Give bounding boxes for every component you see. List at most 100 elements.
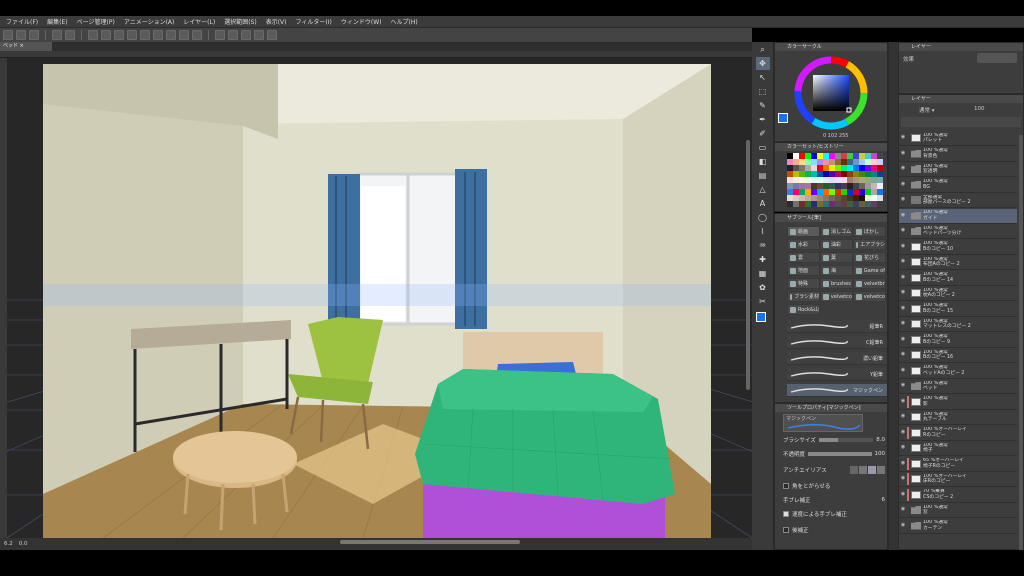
device-icon[interactable] xyxy=(254,30,264,40)
snap-grid-icon[interactable] xyxy=(228,30,238,40)
brush-size-slider[interactable] xyxy=(818,438,874,442)
brush-size-row[interactable]: ブラシサイズ 8.0 xyxy=(783,436,885,444)
layer-opacity[interactable]: 100 xyxy=(974,106,985,112)
brush-tool-icon[interactable]: ✐ xyxy=(756,127,770,140)
fill-tool-icon[interactable]: ◧ xyxy=(756,155,770,168)
speed-stabilize-row[interactable]: 速度による手ブレ補正 xyxy=(783,510,885,518)
opacity-value[interactable]: 100 xyxy=(875,451,886,457)
eye-icon[interactable]: ◉ xyxy=(899,305,907,312)
eye-icon[interactable]: ◉ xyxy=(899,383,907,389)
transform-icon[interactable] xyxy=(114,30,124,40)
subtool-group-tab[interactable]: ブラシ素材 xyxy=(787,291,820,302)
subtool-group-tab[interactable]: velvetco xyxy=(853,291,886,302)
eye-icon[interactable]: ◉ xyxy=(899,476,907,482)
blend-tool-icon[interactable]: ♒ xyxy=(756,239,770,252)
snap-ruler-icon[interactable] xyxy=(192,30,202,40)
eye-icon[interactable]: ◉ xyxy=(899,445,907,451)
layer-row[interactable]: ◉ 100 %通常 カーテン xyxy=(899,519,1017,534)
post-correct-row[interactable]: 後補正 xyxy=(783,526,885,534)
subtool-group-tab[interactable]: brushes xyxy=(820,278,853,289)
layer-row[interactable]: ◉ 100 %通常 Bのコピー 15 xyxy=(899,302,1017,317)
menu-item[interactable]: レイヤー(L) xyxy=(183,17,215,26)
layer-row[interactable]: ◉ 100 %通常 布団Aのコピー 2 xyxy=(899,255,1017,270)
layer-row[interactable]: ◉ 100 %オーバーレイ 床Rのコピー xyxy=(899,472,1017,487)
subtool-group-tab[interactable]: velvetbr xyxy=(853,278,886,289)
menu-item[interactable]: フィルター(I) xyxy=(296,17,332,26)
eye-icon[interactable]: ◉ xyxy=(899,507,907,513)
eye-icon[interactable]: ◉ xyxy=(899,367,907,374)
subtool-group-tab[interactable]: 特殊 xyxy=(787,278,820,289)
eye-icon[interactable]: ◉ xyxy=(899,274,907,281)
eye-icon[interactable]: ◉ xyxy=(899,212,907,219)
layer-row[interactable]: ◉ 全部通常 部屋パースのコピー 2 xyxy=(899,193,1017,208)
eye-icon[interactable]: ◉ xyxy=(899,259,907,265)
subtool-group-tab[interactable]: 雲 xyxy=(787,252,820,263)
balloon-tool-icon[interactable]: ◯ xyxy=(756,211,770,224)
eye-icon[interactable]: ◉ xyxy=(899,429,907,436)
subtool-group-tab[interactable]: 地面 xyxy=(787,265,820,276)
layer-row[interactable]: ◉ 100 %通常 ベッド xyxy=(899,379,1017,394)
subtool-group-tab[interactable]: velvetco xyxy=(820,291,853,302)
text-tool-icon[interactable]: A xyxy=(756,197,770,210)
layer-row[interactable]: ◉ 100 %通常 マットレスのコピー 2 xyxy=(899,317,1017,332)
cut-tool-icon[interactable]: ✂ xyxy=(756,295,770,308)
opacity-row[interactable]: 不透明度 100 xyxy=(783,450,885,458)
eyedropper-tool-icon[interactable]: ✎ xyxy=(756,99,770,112)
layer-row[interactable]: ◉ 100 %通常 Bのコピー 16 xyxy=(899,348,1017,363)
brush-size-value[interactable]: 8.0 xyxy=(876,437,885,443)
decoration-tool-icon[interactable]: ✿ xyxy=(756,281,770,294)
post-correct-checkbox[interactable] xyxy=(783,527,789,533)
layer-row[interactable]: ◉ 100 %通常 Bのコピー 10 xyxy=(899,240,1017,255)
current-color-swatch[interactable] xyxy=(778,113,788,123)
layer-row[interactable]: ◉ 100 %通常 パレット xyxy=(899,131,1017,146)
aa-medium-button[interactable] xyxy=(868,466,876,474)
subtool-group-tab[interactable]: Rock&山 xyxy=(787,304,820,315)
antialias-row[interactable]: アンチエイリアス xyxy=(783,466,885,474)
undo-icon[interactable] xyxy=(52,30,62,40)
layer-row[interactable]: ◉ 100 %通常窓 xyxy=(899,503,1017,518)
subtool-group-tab[interactable]: ぼかし xyxy=(853,226,886,237)
eraser-tool-icon[interactable]: ▭ xyxy=(756,141,770,154)
menu-item[interactable]: 表示(V) xyxy=(266,17,287,26)
aa-weak-button[interactable] xyxy=(859,466,867,474)
subtool-group-tab[interactable]: 絵画 xyxy=(787,226,820,237)
aa-none-button[interactable] xyxy=(850,466,858,474)
subtool-group-tab[interactable]: 消しゴム xyxy=(820,226,853,237)
menu-item[interactable]: 編集(E) xyxy=(47,17,67,26)
selection-tool-icon[interactable]: ⬚ xyxy=(756,85,770,98)
brush-item[interactable]: マジックペン xyxy=(787,384,887,397)
eye-icon[interactable]: ◉ xyxy=(899,243,907,250)
correct-line-tool-icon[interactable]: ⌇ xyxy=(756,225,770,238)
corner-checkbox[interactable] xyxy=(783,483,789,489)
menu-item[interactable]: ウィンドウ(W) xyxy=(341,17,382,26)
eye-icon[interactable]: ◉ xyxy=(899,522,907,529)
layer-row[interactable]: ◉ 100 %通常 Bのコピー 14 xyxy=(899,271,1017,286)
brush-item[interactable]: 濃い鉛筆 xyxy=(787,352,887,365)
layer-row[interactable]: ◉ 100 %通常 丸テーブル xyxy=(899,410,1017,425)
effect-buttons[interactable] xyxy=(977,53,1017,63)
stabilize-value[interactable]: 6 xyxy=(882,497,886,503)
zoom-value[interactable]: 6.2 xyxy=(4,541,13,547)
stabilize-row[interactable]: 手ブレ補正 6 xyxy=(783,496,885,504)
new-icon[interactable] xyxy=(3,30,13,40)
layer-row[interactable]: ◉ 100 %通常 BG xyxy=(899,178,1017,193)
eye-icon[interactable]: ◉ xyxy=(899,414,907,420)
aa-strong-button[interactable] xyxy=(877,466,885,474)
layer-row[interactable]: ◉ 65 %オーバーレイ 椅子Rのコピー xyxy=(899,457,1017,472)
blend-mode-select[interactable]: 通常 ▾ xyxy=(919,106,935,114)
layer-row[interactable]: ◉ 100 %通常 枕Aのコピー 2 xyxy=(899,286,1017,301)
eye-icon[interactable]: ◉ xyxy=(899,398,907,405)
layer-row[interactable]: ◉ 100 %通常 ガイド xyxy=(899,208,1017,224)
eye-icon[interactable]: ◉ xyxy=(899,228,907,234)
menu-item[interactable]: ページ管理(P) xyxy=(77,17,115,26)
eye-icon[interactable]: ◉ xyxy=(899,321,907,327)
vertical-scrollbar[interactable] xyxy=(746,140,750,390)
layer-row[interactable]: ◉ 100 %通常 Bのコピー 9 xyxy=(899,333,1017,348)
eye-icon[interactable]: ◉ xyxy=(899,460,907,467)
canvas-illustration[interactable] xyxy=(43,64,711,538)
main-sub-color[interactable] xyxy=(755,312,770,326)
layer-row[interactable]: ◉ 100 %通常 背景色 xyxy=(899,147,1017,162)
eye-icon[interactable]: ◉ xyxy=(899,197,907,203)
layer-row[interactable]: ◉ 70 %乗算 CSのコピー 2 xyxy=(899,488,1017,503)
layer-row[interactable]: ◉ 100 %通常 窓透明 xyxy=(899,162,1017,177)
